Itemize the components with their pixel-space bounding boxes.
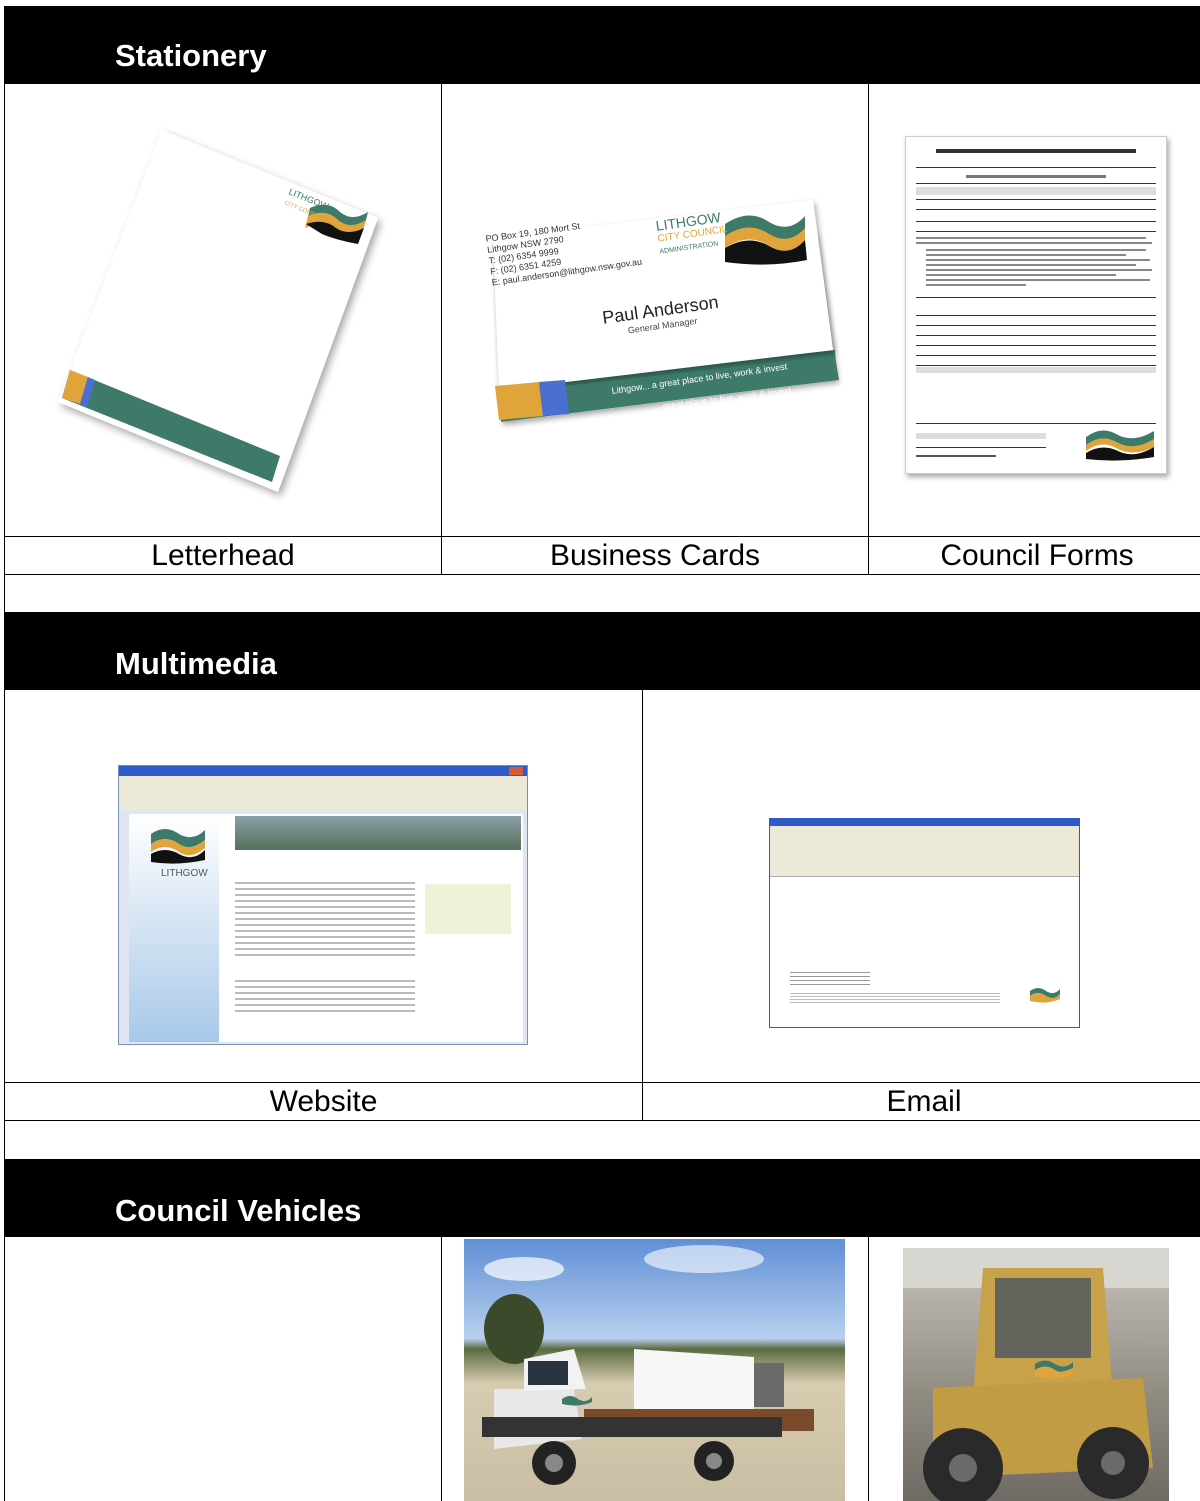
window-titlebar: [119, 766, 527, 776]
grid-line: [441, 84, 442, 575]
letterhead-image: LITHGOW CITY COUNCIL: [40, 120, 400, 510]
caption-email: Email: [886, 1085, 962, 1118]
grid-line: [441, 1237, 442, 1501]
grid-line: [642, 690, 643, 1121]
grid-line: [4, 1121, 5, 1159]
svg-text:LITHGOW: LITHGOW: [161, 868, 208, 879]
caption-business-cards: Business Cards: [549, 539, 761, 572]
caption-website: Website: [269, 1085, 378, 1118]
webpage-banner: [235, 816, 521, 850]
section-header-stationery: Stationery: [4, 6, 1200, 84]
grid-line: [4, 575, 5, 612]
browser-toolbar: [119, 776, 527, 810]
section-header-vehicles: Council Vehicles: [4, 1159, 1200, 1237]
webpage-sidebar: LITHGOW: [129, 814, 219, 1042]
loader-photo: [903, 1248, 1169, 1501]
webpage-text: [235, 976, 415, 1016]
cut-top-text: [0, 0, 1200, 4]
caption-letterhead: Letterhead: [151, 539, 295, 572]
website-image: LITHGOW: [118, 765, 528, 1045]
council-form-image: [905, 136, 1167, 474]
section-title: Stationery: [115, 38, 267, 73]
truck-photo: [464, 1239, 845, 1501]
email-disclaimer: [790, 991, 1000, 1003]
grid-line: [4, 690, 5, 1121]
grid-line: [4, 84, 5, 575]
email-signature: [790, 969, 870, 987]
grid-line: [4, 1237, 5, 1501]
window-titlebar: [770, 819, 1079, 826]
caption-council-forms: Council Forms: [940, 539, 1134, 572]
business-cards-image: PO Box 19, 180 Mort St Lithgow NSW 2790 …: [475, 190, 850, 440]
webpage-text: [235, 878, 415, 958]
email-image: [769, 818, 1080, 1028]
grid-line: [868, 1237, 869, 1501]
section-header-multimedia: Multimedia: [4, 612, 1200, 690]
email-toolbar: [770, 826, 1079, 877]
close-icon: [509, 767, 523, 775]
section-title: Council Vehicles: [115, 1193, 362, 1228]
webpage-panel: [425, 884, 511, 934]
section-title: Multimedia: [115, 646, 277, 681]
grid-line: [868, 84, 869, 575]
